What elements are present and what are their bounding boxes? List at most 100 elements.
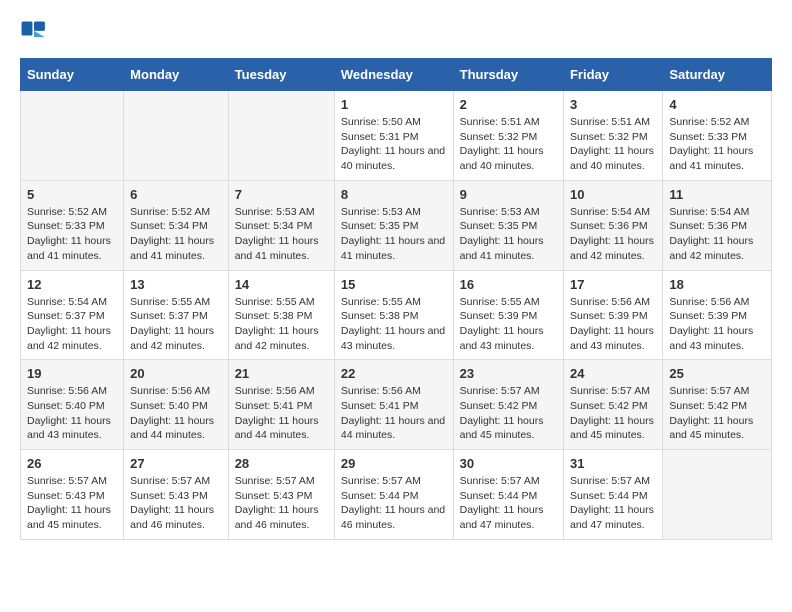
calendar-cell: 25 Sunrise: 5:57 AM Sunset: 5:42 PM Dayli… <box>663 360 772 450</box>
day-info: Sunrise: 5:56 AM Sunset: 5:41 PM Dayligh… <box>235 384 328 443</box>
page-header <box>20 20 772 48</box>
day-number: 15 <box>341 277 447 292</box>
day-number: 4 <box>669 97 765 112</box>
header-cell-sunday: Sunday <box>21 59 124 91</box>
calendar-body: 1 Sunrise: 5:50 AM Sunset: 5:31 PM Daylig… <box>21 91 772 540</box>
day-number: 2 <box>460 97 557 112</box>
calendar-cell: 22 Sunrise: 5:56 AM Sunset: 5:41 PM Dayli… <box>334 360 453 450</box>
day-info: Sunrise: 5:57 AM Sunset: 5:44 PM Dayligh… <box>460 474 557 533</box>
week-row-1: 1 Sunrise: 5:50 AM Sunset: 5:31 PM Daylig… <box>21 91 772 181</box>
calendar-cell <box>228 91 334 181</box>
calendar-cell: 3 Sunrise: 5:51 AM Sunset: 5:32 PM Daylig… <box>563 91 662 181</box>
calendar-cell: 24Sunrise: 5:57 AM Sunset: 5:42 PM Dayli… <box>563 360 662 450</box>
calendar-cell: 11Sunrise: 5:54 AM Sunset: 5:36 PM Dayli… <box>663 180 772 270</box>
day-number: 30 <box>460 456 557 471</box>
day-number: 10 <box>570 187 656 202</box>
calendar-cell <box>124 91 229 181</box>
calendar-cell: 2 Sunrise: 5:51 AM Sunset: 5:32 PM Daylig… <box>453 91 563 181</box>
header-cell-wednesday: Wednesday <box>334 59 453 91</box>
header-cell-monday: Monday <box>124 59 229 91</box>
day-number: 3 <box>570 97 656 112</box>
day-number: 18 <box>669 277 765 292</box>
logo-icon <box>20 20 48 48</box>
calendar-cell <box>21 91 124 181</box>
day-number: 1 <box>341 97 447 112</box>
week-row-2: 5Sunrise: 5:52 AM Sunset: 5:33 PM Daylig… <box>21 180 772 270</box>
day-info: Sunrise: 5:55 AM Sunset: 5:37 PM Dayligh… <box>130 295 222 354</box>
calendar-cell: 5Sunrise: 5:52 AM Sunset: 5:33 PM Daylig… <box>21 180 124 270</box>
day-number: 29 <box>341 456 447 471</box>
day-number: 24 <box>570 366 656 381</box>
day-info: Sunrise: 5:57 AM Sunset: 5:44 PM Dayligh… <box>341 474 447 533</box>
day-info: Sunrise: 5:52 AM Sunset: 5:33 PM Dayligh… <box>669 115 765 174</box>
header-cell-friday: Friday <box>563 59 662 91</box>
day-number: 5 <box>27 187 117 202</box>
day-info: Sunrise: 5:57 AM Sunset: 5:43 PM Dayligh… <box>130 474 222 533</box>
day-number: 28 <box>235 456 328 471</box>
logo <box>20 20 52 48</box>
day-number: 6 <box>130 187 222 202</box>
day-info: Sunrise: 5:57 AM Sunset: 5:43 PM Dayligh… <box>235 474 328 533</box>
day-info: Sunrise: 5:56 AM Sunset: 5:39 PM Dayligh… <box>570 295 656 354</box>
calendar-cell: 17 Sunrise: 5:56 AM Sunset: 5:39 PM Dayli… <box>563 270 662 360</box>
calendar-cell: 13 Sunrise: 5:55 AM Sunset: 5:37 PM Dayli… <box>124 270 229 360</box>
day-info: Sunrise: 5:53 AM Sunset: 5:34 PM Dayligh… <box>235 205 328 264</box>
calendar-cell: 10 Sunrise: 5:54 AM Sunset: 5:36 PM Dayli… <box>563 180 662 270</box>
calendar-cell: 4 Sunrise: 5:52 AM Sunset: 5:33 PM Daylig… <box>663 91 772 181</box>
calendar-cell: 9Sunrise: 5:53 AM Sunset: 5:35 PM Daylig… <box>453 180 563 270</box>
calendar-cell: 21 Sunrise: 5:56 AM Sunset: 5:41 PM Dayli… <box>228 360 334 450</box>
day-number: 11 <box>669 187 765 202</box>
week-row-4: 19 Sunrise: 5:56 AM Sunset: 5:40 PM Dayli… <box>21 360 772 450</box>
calendar-cell: 15 Sunrise: 5:55 AM Sunset: 5:38 PM Dayli… <box>334 270 453 360</box>
calendar-cell: 28 Sunrise: 5:57 AM Sunset: 5:43 PM Dayli… <box>228 450 334 540</box>
day-info: Sunrise: 5:53 AM Sunset: 5:35 PM Dayligh… <box>341 205 447 264</box>
calendar-cell: 23Sunrise: 5:57 AM Sunset: 5:42 PM Dayli… <box>453 360 563 450</box>
calendar-cell: 1 Sunrise: 5:50 AM Sunset: 5:31 PM Daylig… <box>334 91 453 181</box>
day-info: Sunrise: 5:57 AM Sunset: 5:43 PM Dayligh… <box>27 474 117 533</box>
calendar-cell: 7 Sunrise: 5:53 AM Sunset: 5:34 PM Daylig… <box>228 180 334 270</box>
calendar-cell: 12 Sunrise: 5:54 AM Sunset: 5:37 PM Dayli… <box>21 270 124 360</box>
header-cell-saturday: Saturday <box>663 59 772 91</box>
day-number: 7 <box>235 187 328 202</box>
day-info: Sunrise: 5:54 AM Sunset: 5:37 PM Dayligh… <box>27 295 117 354</box>
calendar-cell: 27 Sunrise: 5:57 AM Sunset: 5:43 PM Dayli… <box>124 450 229 540</box>
day-number: 13 <box>130 277 222 292</box>
day-number: 31 <box>570 456 656 471</box>
day-info: Sunrise: 5:52 AM Sunset: 5:34 PM Dayligh… <box>130 205 222 264</box>
week-row-3: 12 Sunrise: 5:54 AM Sunset: 5:37 PM Dayli… <box>21 270 772 360</box>
day-number: 14 <box>235 277 328 292</box>
day-number: 21 <box>235 366 328 381</box>
day-info: Sunrise: 5:56 AM Sunset: 5:41 PM Dayligh… <box>341 384 447 443</box>
calendar-cell: 30 Sunrise: 5:57 AM Sunset: 5:44 PM Dayli… <box>453 450 563 540</box>
day-number: 17 <box>570 277 656 292</box>
calendar-cell: 19 Sunrise: 5:56 AM Sunset: 5:40 PM Dayli… <box>21 360 124 450</box>
day-number: 22 <box>341 366 447 381</box>
day-info: Sunrise: 5:54 AM Sunset: 5:36 PM Dayligh… <box>570 205 656 264</box>
day-info: Sunrise: 5:57 AM Sunset: 5:42 PM Dayligh… <box>669 384 765 443</box>
day-number: 27 <box>130 456 222 471</box>
day-info: Sunrise: 5:55 AM Sunset: 5:38 PM Dayligh… <box>341 295 447 354</box>
day-number: 19 <box>27 366 117 381</box>
header-cell-thursday: Thursday <box>453 59 563 91</box>
day-info: Sunrise: 5:51 AM Sunset: 5:32 PM Dayligh… <box>460 115 557 174</box>
header-row: SundayMondayTuesdayWednesdayThursdayFrid… <box>21 59 772 91</box>
day-info: Sunrise: 5:55 AM Sunset: 5:38 PM Dayligh… <box>235 295 328 354</box>
day-number: 23 <box>460 366 557 381</box>
calendar-cell: 31Sunrise: 5:57 AM Sunset: 5:44 PM Dayli… <box>563 450 662 540</box>
day-number: 25 <box>669 366 765 381</box>
calendar-cell: 16Sunrise: 5:55 AM Sunset: 5:39 PM Dayli… <box>453 270 563 360</box>
day-number: 8 <box>341 187 447 202</box>
calendar-table: SundayMondayTuesdayWednesdayThursdayFrid… <box>20 58 772 540</box>
day-number: 12 <box>27 277 117 292</box>
calendar-cell: 20Sunrise: 5:56 AM Sunset: 5:40 PM Dayli… <box>124 360 229 450</box>
day-number: 20 <box>130 366 222 381</box>
calendar-cell: 8 Sunrise: 5:53 AM Sunset: 5:35 PM Daylig… <box>334 180 453 270</box>
calendar-cell: 26 Sunrise: 5:57 AM Sunset: 5:43 PM Dayli… <box>21 450 124 540</box>
day-info: Sunrise: 5:56 AM Sunset: 5:40 PM Dayligh… <box>27 384 117 443</box>
day-info: Sunrise: 5:55 AM Sunset: 5:39 PM Dayligh… <box>460 295 557 354</box>
day-info: Sunrise: 5:51 AM Sunset: 5:32 PM Dayligh… <box>570 115 656 174</box>
day-info: Sunrise: 5:50 AM Sunset: 5:31 PM Dayligh… <box>341 115 447 174</box>
day-number: 26 <box>27 456 117 471</box>
calendar-cell <box>663 450 772 540</box>
calendar-cell: 29 Sunrise: 5:57 AM Sunset: 5:44 PM Dayli… <box>334 450 453 540</box>
